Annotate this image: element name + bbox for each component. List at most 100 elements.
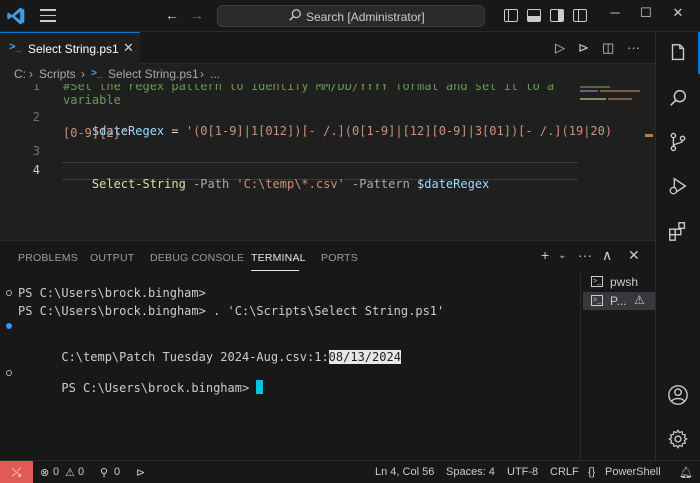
remote-icon: ⤯ [11,465,22,479]
code-editor[interactable]: 1 2 3 4 #Set the regex pattern to identi… [0,84,655,240]
terminal-item-pwsh[interactable]: >_ pwsh [583,273,655,291]
powershell-file-icon: >_ [9,41,22,53]
terminal-line: PS C:\Users\brock.bingham> [18,286,206,300]
split-editor-icon[interactable]: ◫ [602,40,614,56]
tab-terminal[interactable]: TERMINAL [251,252,306,264]
notifications-icon[interactable]: 🔔︎ [679,466,693,479]
toggle-secondary-sidebar-icon[interactable] [550,9,564,22]
terminal-item-powershell[interactable]: >_ P... ⚠ [583,292,655,310]
debug-launch-icon[interactable]: ⊳ [136,466,145,479]
line-number: 4 [32,163,40,177]
terminal-prompt-line: PS C:\Users\brock.bingham> [18,366,264,409]
explorer-icon[interactable] [667,42,689,64]
tab-ports[interactable]: PORTS [321,252,358,264]
customize-layout-icon[interactable] [573,9,587,22]
forward-arrow-icon[interactable]: → [190,7,204,23]
account-icon[interactable] [667,384,689,406]
activity-bar [655,32,700,460]
line-number: 2 [32,110,40,124]
error-count[interactable]: 0 [53,466,59,478]
tab-problems[interactable]: PROBLEMS [18,252,78,264]
scrollbar-marker [645,134,653,137]
code-line-2: $dateRegex = '(0[1-9]|1[012])[- /.](0[1-… [63,110,612,152]
new-terminal-icon[interactable]: + [541,247,549,263]
code-parameter: -Pattern [344,177,418,191]
command-decoration[interactable] [6,370,12,376]
search-icon[interactable] [667,87,689,109]
chevron-right-icon: › [200,67,204,81]
terminal-item-label: pwsh [610,275,639,289]
chevron-right-icon: › [29,67,33,81]
toggle-panel-icon[interactable] [527,9,541,22]
match-highlight: 08/13/2024 [328,350,401,364]
gear-icon[interactable] [667,428,689,450]
breadcrumb-more[interactable]: ... [210,67,220,81]
breadcrumb-drive[interactable]: C: [14,67,26,81]
run-icon[interactable]: ▷ [555,40,565,56]
menu-icon[interactable] [40,9,56,23]
code-comment: #Set the regex pattern to identify MM/DD… [63,84,555,93]
encoding[interactable]: UTF-8 [507,466,538,478]
terminal[interactable]: PS C:\Users\brock.bingham> PS C:\Users\b… [0,274,578,461]
terminal-icon: >_ [591,295,603,306]
chevron-down-icon[interactable]: ⌄ [558,250,566,261]
command-decoration[interactable] [6,290,12,296]
code-variable: $dateRegex [417,177,490,191]
code-string: 'C:\temp\*.csv' [236,177,345,191]
code-operator: = [164,124,186,138]
warning-icon: ⚠ [634,293,645,307]
command-decoration[interactable] [6,323,12,329]
chevron-right-icon: › [81,67,85,81]
more-actions-icon[interactable]: ··· [578,247,592,263]
close-tab-icon[interactable]: ✕ [123,40,134,56]
maximize-icon[interactable]: ☐ [636,5,656,21]
run-and-debug-icon[interactable] [667,175,689,197]
toggle-primary-sidebar-icon[interactable] [504,9,518,22]
powershell-file-icon: >_ [91,68,103,79]
code-comment-continued: variable [63,93,121,107]
terminal-line: PS C:\Users\brock.bingham> . 'C:\Scripts… [18,304,445,318]
terminal-prompt: PS C:\Users\brock.bingham> [61,381,257,395]
indentation[interactable]: Spaces: 4 [446,466,495,478]
tab-debug-console[interactable]: DEBUG CONSOLE [150,252,244,264]
code-string: '(0[1-9]|1[012])[- /.](0[1-9]|[12][0-9]|… [185,124,613,138]
errors-icon[interactable]: ⊗ [40,466,49,479]
line-number: 1 [32,84,40,93]
tab-output[interactable]: OUTPUT [90,252,134,264]
remote-indicator[interactable]: ⤯ [0,461,33,483]
run-selection-icon[interactable]: ⊳ [578,40,589,56]
editor-tab-bar: >_ Select String.ps1 ✕ ▷ ⊳ ◫ ··· [0,32,655,64]
back-arrow-icon[interactable]: ← [165,7,179,23]
warning-count[interactable]: 0 [78,466,84,478]
tab-select-string[interactable]: >_ Select String.ps1 ✕ [0,32,140,64]
more-actions-icon[interactable]: ··· [627,40,640,55]
code-string-continued: [0-9]{2}' [63,126,129,140]
command-center-search[interactable]: Search [Administrator] [217,5,485,27]
breadcrumb-folder[interactable]: Scripts [39,67,76,81]
terminal-cursor [256,380,264,394]
breadcrumb: C: › Scripts › >_ Select String.ps1 › ..… [0,64,655,84]
close-panel-icon[interactable]: ✕ [628,247,640,264]
bottom-panel: PROBLEMS OUTPUT DEBUG CONSOLE TERMINAL P… [0,240,655,461]
language-mode[interactable]: PowerShell [605,466,661,478]
maximize-panel-icon[interactable]: ∧ [602,247,612,264]
status-bar: ⤯ ⊗ 0 ⚠ 0 ⚲ 0 ⊳ Ln 4, Col 56 Spaces: 4 U… [0,460,700,483]
source-control-icon[interactable] [667,131,689,153]
braces-icon: {} [588,466,596,478]
cursor-position[interactable]: Ln 4, Col 56 [375,466,434,478]
vscode-logo-icon [7,7,25,25]
close-window-icon[interactable]: ✕ [668,5,688,21]
breadcrumb-file[interactable]: Select String.ps1 [108,67,199,81]
ports-count[interactable]: 0 [114,466,120,478]
ports-icon[interactable]: ⚲ [100,466,108,479]
extensions-icon[interactable] [667,220,689,242]
minimize-icon[interactable]: ─ [605,5,625,20]
minimap[interactable] [578,84,653,240]
warning-icon[interactable]: ⚠ [65,466,75,479]
active-tab-underline [251,270,299,271]
terminal-item-label: P... [610,294,627,308]
terminal-icon: >_ [591,276,603,287]
end-of-line[interactable]: CRLF [550,466,579,478]
code-cmdlet: Select-String [91,177,186,191]
search-icon [289,9,301,21]
